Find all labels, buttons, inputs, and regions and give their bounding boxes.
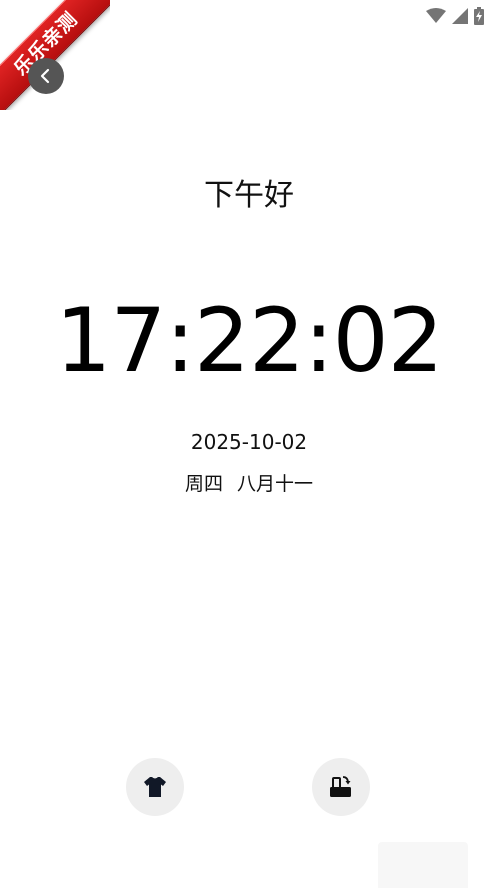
clock-screen: 乐乐亲测 下午好 17:22:02 2025-10-02 周四 八月十一: [0, 0, 498, 888]
lunar-date-text: 八月十一: [237, 473, 314, 495]
weekday-lunar-line: 周四 八月十一: [0, 469, 498, 496]
rotate-screen-button[interactable]: [312, 758, 370, 816]
bottom-corner-area: [378, 842, 468, 888]
chevron-left-icon: [40, 68, 50, 84]
theme-button[interactable]: [126, 758, 184, 816]
tshirt-icon: [144, 777, 166, 797]
ribbon-label: 乐乐亲测: [0, 0, 110, 110]
wifi-icon: [426, 8, 446, 24]
greeting-text: 下午好: [204, 178, 294, 213]
status-bar: [426, 6, 484, 26]
date-text: 2025-10-02: [190, 430, 308, 454]
signal-icon: [452, 8, 468, 24]
corner-ribbon: 乐乐亲测: [0, 0, 110, 110]
rotate-screen-icon: [330, 776, 351, 797]
weekday-text: 周四: [184, 473, 223, 495]
back-button[interactable]: [28, 58, 64, 94]
clock-time: 17:22:02: [55, 289, 443, 392]
battery-icon: [474, 7, 484, 25]
